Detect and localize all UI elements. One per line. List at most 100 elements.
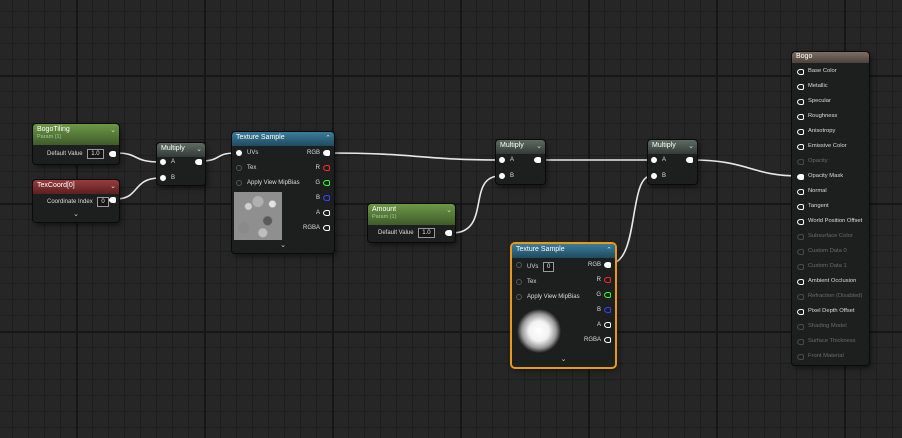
input-pin-a[interactable] (651, 157, 657, 163)
output-pin-a[interactable] (604, 322, 611, 328)
chevron-down-icon[interactable]: ⌄ (446, 206, 452, 214)
node-header[interactable]: Texture Sample ⌃ (232, 132, 334, 146)
material-input-pin[interactable] (797, 339, 804, 345)
a-label: A (596, 322, 601, 328)
output-pin-a[interactable] (323, 210, 330, 216)
chevron-icon[interactable]: ⌃ (606, 246, 612, 254)
input-pin-b[interactable] (499, 173, 505, 179)
input-pin-tex[interactable] (236, 165, 242, 171)
output-pin-g[interactable] (323, 180, 330, 186)
tex-label: Tex (527, 279, 537, 285)
output-pin-rgb[interactable] (604, 262, 611, 268)
output-pin[interactable] (109, 197, 116, 203)
wire-amount-to-mul2b (451, 175, 501, 234)
output-pin[interactable] (686, 157, 693, 163)
output-pin-g[interactable] (604, 292, 611, 298)
material-input-pin[interactable] (797, 99, 804, 105)
node-title: Multiply (161, 145, 185, 152)
input-pin-uvs[interactable] (236, 150, 242, 156)
material-output-node[interactable]: Bogo Base Color Metallic Specular Roughness… (792, 52, 869, 365)
material-input-pin[interactable] (797, 159, 804, 165)
chevron-down-icon[interactable]: ⌄ (196, 145, 202, 153)
texture-sample-node-1[interactable]: Texture Sample ⌃ UVs Tex Apply View MipB… (232, 132, 334, 253)
material-input-pin[interactable] (797, 309, 804, 315)
node-header[interactable]: BogoTiling Param (1) ⌄ (33, 124, 119, 145)
output-pin-rgb[interactable] (323, 150, 330, 156)
node-title: BogoTiling (37, 126, 70, 133)
node-header[interactable]: Multiply ⌄ (157, 143, 205, 157)
chevron-down-icon[interactable]: ⌄ (688, 142, 694, 150)
node-header[interactable]: Texture Sample ⌃ (512, 244, 615, 258)
output-pin-r[interactable] (323, 165, 330, 171)
multiply-node-3[interactable]: Multiply ⌄ A B (648, 140, 697, 184)
chevron-down-icon[interactable]: ⌄ (232, 241, 334, 249)
texcoord-node[interactable]: TexCoord[0] ⌄ Coordinate Index 0 ⌄ (33, 180, 119, 222)
input-pin-tex[interactable] (516, 279, 522, 285)
material-input-label: Subsurface Color (808, 233, 853, 239)
output-pin[interactable] (109, 151, 116, 157)
material-input-pin[interactable] (797, 84, 804, 90)
material-input-pin[interactable] (797, 114, 804, 120)
output-pin-rgba[interactable] (604, 337, 611, 343)
output-pin-b[interactable] (604, 307, 611, 313)
chevron-down-icon[interactable]: ⌄ (512, 355, 615, 363)
output-pin[interactable] (445, 230, 452, 236)
node-title: Bogo (796, 53, 813, 60)
input-pin-b[interactable] (160, 175, 166, 181)
node-header[interactable]: Amount Param (1) ⌄ (368, 204, 455, 225)
output-pin[interactable] (195, 159, 202, 165)
material-input-pin[interactable] (797, 189, 804, 195)
output-pin-rgba[interactable] (323, 225, 330, 231)
chevron-down-icon[interactable]: ⌄ (110, 182, 116, 190)
node-header[interactable]: Multiply ⌄ (496, 140, 545, 154)
material-input-pin[interactable] (797, 264, 804, 270)
chevron-down-icon[interactable]: ⌄ (536, 142, 542, 150)
default-value-field[interactable]: 1.0 (87, 149, 104, 159)
coordinate-index-field[interactable]: 0 (97, 197, 109, 207)
output-pin-r[interactable] (604, 277, 611, 283)
material-input-label: Emissive Color (808, 143, 847, 149)
material-input-pin[interactable] (797, 324, 804, 330)
multiply-node-2[interactable]: Multiply ⌄ A B (496, 140, 545, 184)
node-header[interactable]: Bogo (792, 52, 869, 63)
uvs-field[interactable]: 0 (543, 262, 555, 272)
material-input-pin[interactable] (797, 129, 804, 135)
material-input-pin[interactable] (797, 249, 804, 255)
material-input-pin[interactable] (797, 294, 804, 300)
r-label: R (315, 165, 320, 171)
node-title: TexCoord[0] (37, 182, 75, 189)
input-pin-a[interactable] (499, 157, 505, 163)
material-input-pin[interactable] (797, 69, 804, 75)
material-input-pin[interactable] (797, 174, 804, 180)
rgba-label: RGBA (302, 225, 320, 231)
output-pin[interactable] (534, 157, 541, 163)
wire-texcoord-to-mul1b (115, 177, 161, 200)
chevron-down-icon[interactable]: ⌄ (33, 210, 119, 218)
a-label: A (315, 210, 320, 216)
input-pin-mipbias[interactable] (236, 180, 242, 186)
input-pin-b[interactable] (651, 173, 657, 179)
material-input-pin[interactable] (797, 234, 804, 240)
multiply-node-1[interactable]: Multiply ⌄ A B (157, 143, 205, 185)
chevron-icon[interactable]: ⌃ (325, 134, 331, 142)
material-input-label: Roughness (808, 113, 838, 119)
material-input-label: World Position Offset (808, 218, 863, 224)
chevron-down-icon[interactable]: ⌄ (110, 126, 116, 134)
input-pin-mipbias[interactable] (516, 294, 522, 300)
input-pin-uvs[interactable] (516, 262, 522, 268)
input-pin-a[interactable] (160, 159, 166, 165)
material-input-pin[interactable] (797, 204, 804, 210)
default-value-field[interactable]: 1.0 (418, 228, 435, 238)
default-value-row: Default Value 1.0 (378, 228, 435, 238)
amount-node[interactable]: Amount Param (1) ⌄ Default Value 1.0 (368, 204, 455, 242)
node-header[interactable]: Multiply ⌄ (648, 140, 697, 154)
material-input-pin[interactable] (797, 219, 804, 225)
bogo-tiling-node[interactable]: BogoTiling Param (1) ⌄ Default Value 1.0 (33, 124, 119, 164)
material-input-pin[interactable] (797, 279, 804, 285)
material-input-pin[interactable] (797, 144, 804, 150)
output-pin-b[interactable] (323, 195, 330, 201)
texture-sample-node-2[interactable]: Texture Sample ⌃ UVs 0 Tex Apply View Mi… (512, 244, 615, 367)
material-input-pin[interactable] (797, 354, 804, 360)
node-header[interactable]: TexCoord[0] ⌄ (33, 180, 119, 194)
b-label: B (596, 307, 601, 313)
